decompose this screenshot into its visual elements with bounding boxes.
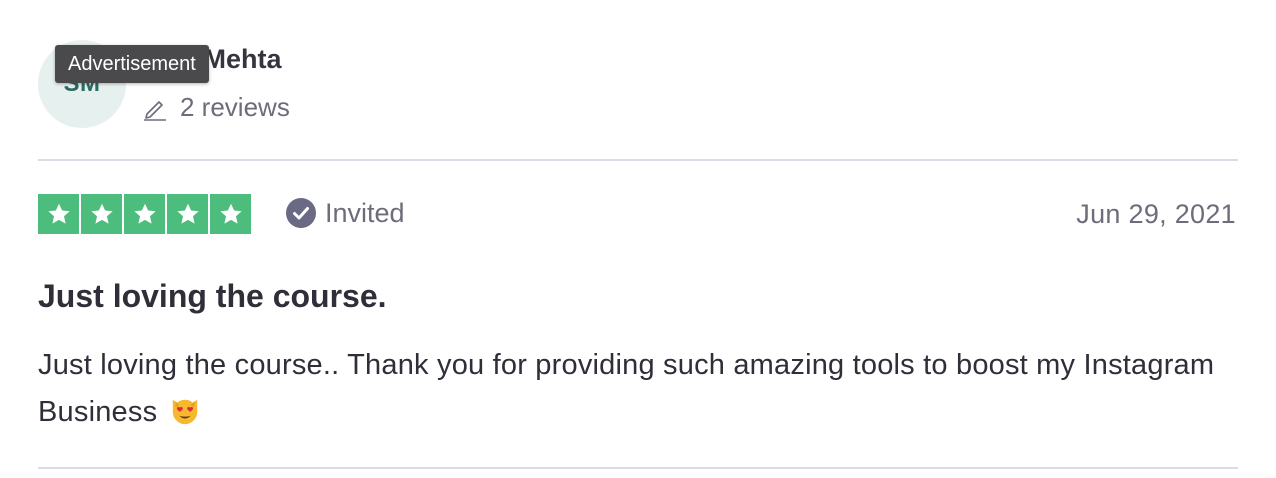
advertisement-tooltip: Advertisement [55, 45, 209, 83]
review-date: Jun 29, 2021 [1076, 199, 1236, 229]
review-card: SM eyjit Mehta 2 reviews Invited Jun 29,… [38, 0, 1238, 478]
invited-badge[interactable]: Invited [285, 197, 405, 229]
star-rating [38, 194, 251, 234]
heart-eyes-cat-icon [172, 399, 197, 425]
invited-label: Invited [325, 197, 405, 228]
star-icon [81, 194, 122, 234]
review-count-label: 2 reviews [180, 92, 290, 122]
rating-row: Invited Jun 29, 2021 [38, 194, 1238, 234]
star-icon [167, 194, 208, 234]
review-count: 2 reviews [142, 92, 290, 123]
pencil-icon [144, 100, 166, 121]
review-body: Just loving the course.. Thank you for p… [38, 342, 1228, 436]
star-icon [210, 194, 251, 234]
review-body-text: Just loving the course.. Thank you for p… [38, 349, 1215, 428]
star-icon [124, 194, 165, 234]
star-icon [38, 194, 79, 234]
review-title[interactable]: Just loving the course. [38, 278, 387, 315]
divider [38, 467, 1238, 469]
verified-check-icon [286, 198, 316, 228]
divider [38, 159, 1238, 161]
